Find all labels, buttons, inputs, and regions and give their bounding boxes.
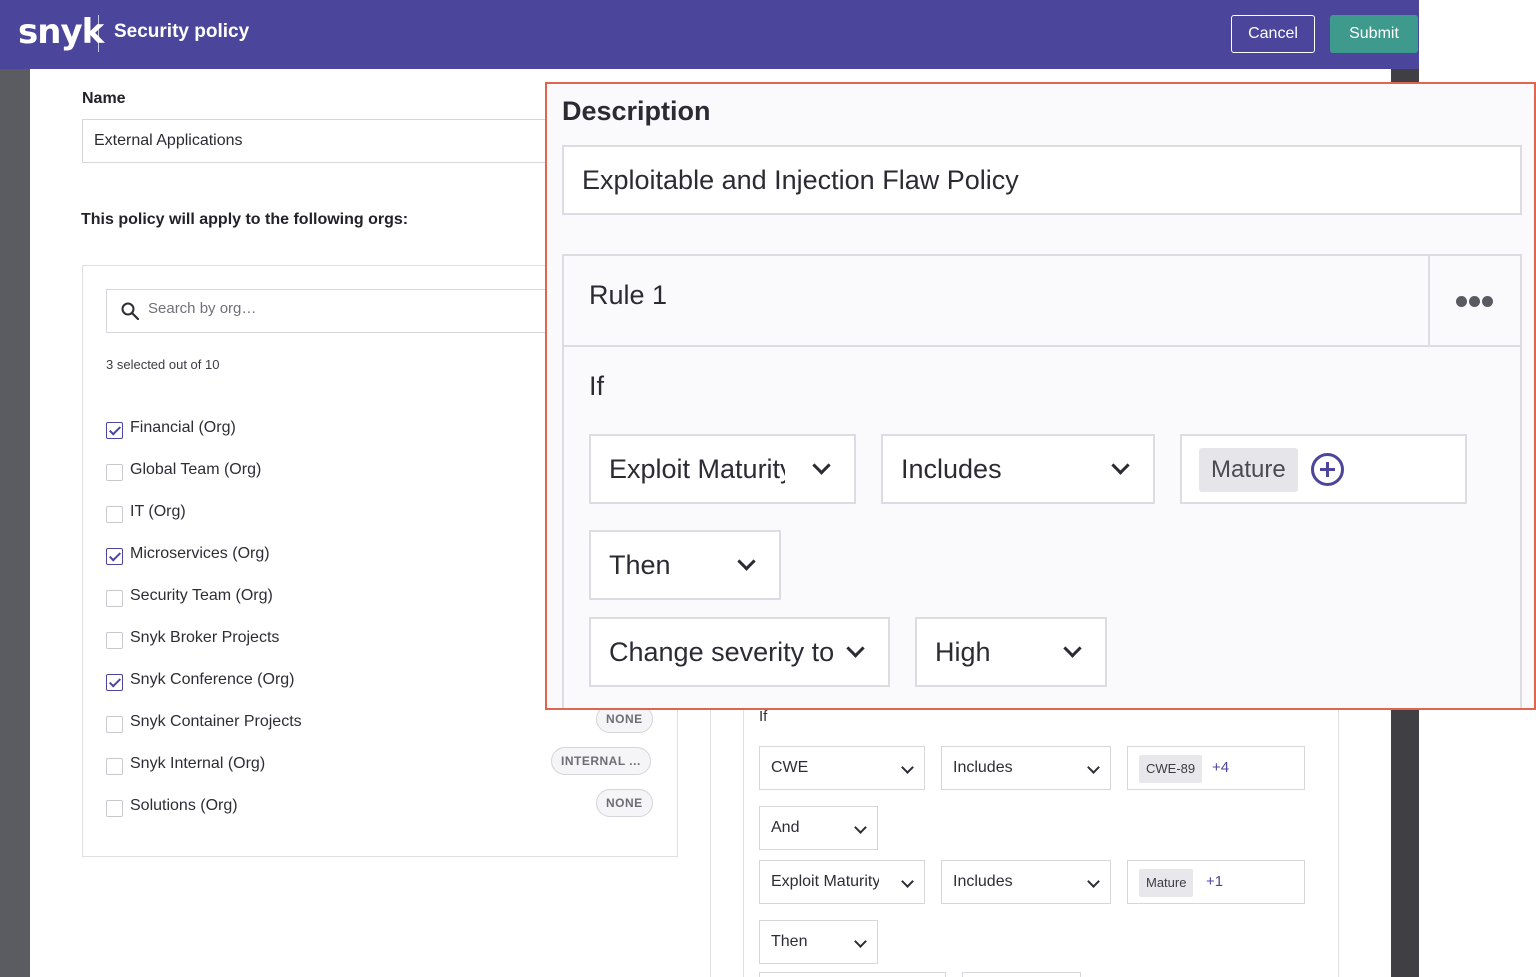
condition-field-dropdown[interactable]: Exploit Maturity [589, 434, 856, 504]
more-values-link[interactable]: +1 [1206, 873, 1223, 890]
joiner-dropdown[interactable]: And [759, 806, 878, 850]
org-label: Snyk Container Projects [130, 713, 302, 730]
org-label: Global Team (Org) [130, 461, 262, 478]
action-dropdown[interactable] [759, 972, 946, 977]
condition-operator-value: Includes [953, 759, 1013, 776]
org-label: Security Team (Org) [130, 587, 273, 604]
more-options-icon [1482, 296, 1493, 307]
then-dropdown[interactable]: Then [589, 530, 781, 600]
rule-if-label: If [759, 708, 768, 725]
page-title: Security policy [114, 21, 250, 42]
condition-field-value: Exploit Maturity [609, 454, 785, 484]
severity-value: High [935, 637, 991, 667]
org-label: Snyk Conference (Org) [130, 671, 295, 688]
chevron-down-icon [1063, 639, 1082, 658]
condition-values-field[interactable]: Mature [1180, 434, 1467, 504]
org-checkbox[interactable] [106, 590, 123, 607]
org-checkbox[interactable] [106, 800, 123, 817]
chevron-down-icon [854, 935, 867, 948]
org-checkbox[interactable] [106, 758, 123, 775]
action-value-dropdown[interactable] [962, 972, 1081, 977]
then-dropdown[interactable]: Then [759, 920, 878, 964]
condition-operator-value: Includes [901, 454, 1002, 484]
chevron-down-icon [812, 456, 831, 475]
chevron-down-icon [1111, 456, 1130, 475]
zoom-callout: Description Exploitable and Injection Fl… [545, 82, 1536, 710]
condition-operator-dropdown[interactable]: Includes [941, 860, 1111, 904]
condition-field-dropdown[interactable]: CWE [759, 746, 925, 790]
condition-field-value: CWE [771, 759, 809, 776]
chevron-down-icon [1087, 761, 1100, 774]
search-placeholder: Search by org… [148, 300, 257, 317]
org-row[interactable]: Solutions (Org) NONE [106, 789, 653, 821]
org-label: Microservices (Org) [130, 545, 270, 562]
chevron-down-icon [846, 639, 865, 658]
condition-operator-value: Includes [953, 873, 1013, 890]
condition-operator-dropdown[interactable]: Includes [881, 434, 1155, 504]
org-label: IT (Org) [130, 503, 186, 520]
severity-dropdown[interactable]: High [915, 617, 1107, 687]
org-checkbox[interactable] [106, 464, 123, 481]
org-row[interactable]: Snyk Container Projects NONE [106, 705, 653, 737]
org-checkbox[interactable] [106, 506, 123, 523]
more-options-icon [1469, 296, 1480, 307]
org-checkbox[interactable] [106, 548, 123, 565]
orgs-label: This policy will apply to the following … [81, 211, 409, 228]
name-label: Name [82, 90, 126, 107]
more-values-link[interactable]: +4 [1212, 759, 1229, 776]
header-divider [98, 15, 99, 52]
chevron-down-icon [1087, 875, 1100, 888]
org-label: Snyk Internal (Org) [130, 755, 266, 772]
org-checkbox[interactable] [106, 674, 123, 691]
value-tag: CWE-89 [1139, 755, 1203, 783]
description-label: Description [562, 96, 711, 126]
chevron-down-icon [901, 875, 914, 888]
action-dropdown[interactable]: Change severity to [589, 617, 890, 687]
selected-count: 3 selected out of 10 [106, 357, 220, 372]
rule-title: Rule 1 [589, 280, 668, 310]
top-header: snyk Security policy Cancel Submit [0, 0, 1419, 69]
condition-field-dropdown[interactable]: Exploit Maturity [759, 860, 925, 904]
joiner-value: And [771, 819, 800, 836]
org-row[interactable]: Snyk Internal (Org) INTERNAL ... [106, 747, 652, 779]
org-status-badge: NONE [596, 789, 653, 817]
action-value: Change severity to [609, 637, 835, 667]
then-value: Then [771, 933, 808, 950]
condition-field-value: Exploit Maturity [771, 873, 879, 890]
more-options-icon [1456, 296, 1467, 307]
snyk-logo: snyk [18, 12, 104, 52]
org-checkbox[interactable] [106, 632, 123, 649]
search-icon [121, 302, 139, 320]
chevron-down-icon [854, 821, 867, 834]
org-label: Snyk Broker Projects [130, 629, 280, 646]
org-status-badge: INTERNAL ... [551, 747, 651, 775]
condition-operator-dropdown[interactable]: Includes [941, 746, 1111, 790]
chevron-down-icon [737, 552, 756, 571]
then-value: Then [609, 550, 671, 580]
value-tag: Mature [1199, 448, 1298, 492]
name-field[interactable]: External Applications [82, 119, 552, 163]
condition-values-field[interactable]: Mature +1 [1127, 860, 1305, 904]
add-circle-icon[interactable] [1311, 453, 1344, 486]
org-label: Solutions (Org) [130, 797, 238, 814]
rule-header [562, 254, 1430, 347]
submit-button[interactable]: Submit [1330, 15, 1418, 53]
org-checkbox[interactable] [106, 422, 123, 439]
chevron-down-icon [901, 761, 914, 774]
rule-if-label: If [589, 371, 605, 401]
cancel-button[interactable]: Cancel [1231, 15, 1315, 53]
org-checkbox[interactable] [106, 716, 123, 733]
description-field[interactable]: Exploitable and Injection Flaw Policy [562, 145, 1522, 215]
condition-values-field[interactable]: CWE-89 +4 [1127, 746, 1305, 790]
value-tag: Mature [1139, 869, 1194, 897]
org-label: Financial (Org) [130, 419, 236, 436]
